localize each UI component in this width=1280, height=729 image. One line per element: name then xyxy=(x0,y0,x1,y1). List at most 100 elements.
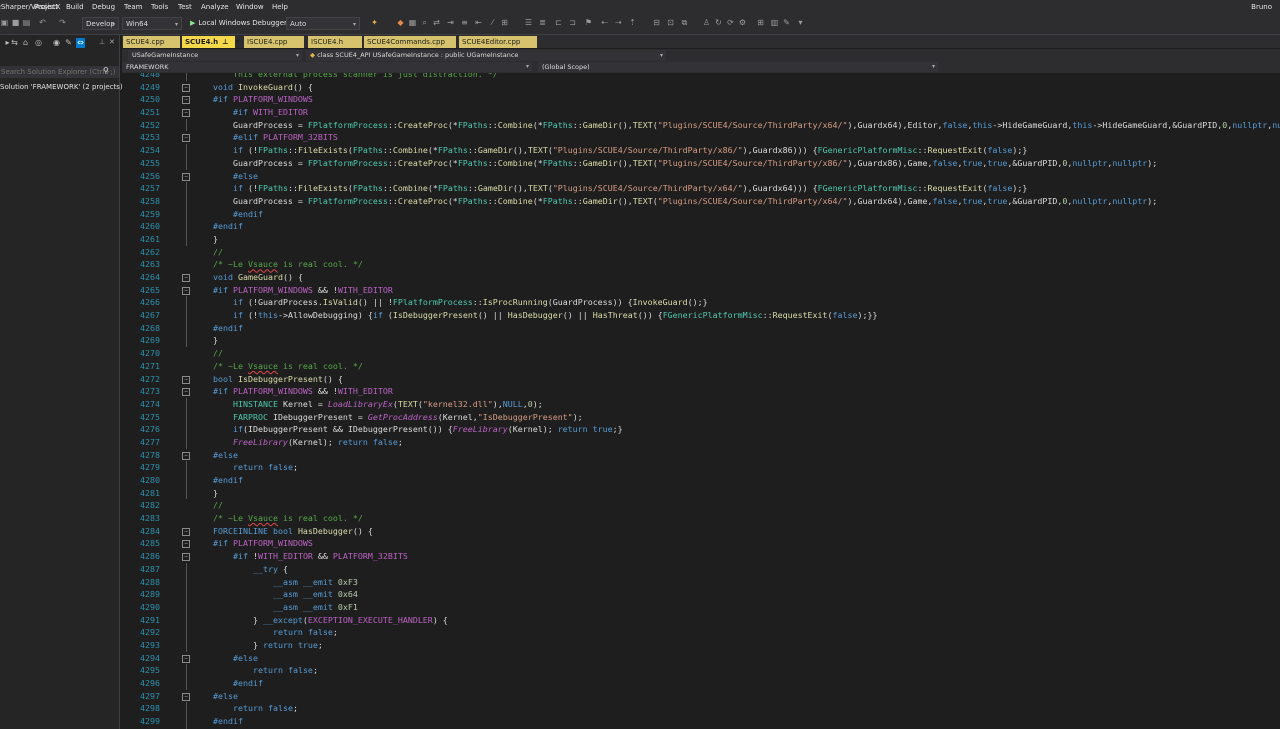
new-file-icon[interactable]: ▣ xyxy=(0,18,9,27)
home-icon[interactable]: ⌂ xyxy=(21,38,30,48)
step-icon[interactable]: ⇥ xyxy=(446,18,455,27)
code-line[interactable]: 4287 __try { xyxy=(122,562,1280,576)
class-scope-combo[interactable]: USafeGameInstance ▾ xyxy=(128,50,302,61)
search-icon[interactable]: ⚲ xyxy=(103,66,109,75)
code-line[interactable]: 4283 /* ~Le Vsauce is real cool. */ xyxy=(122,512,1280,525)
code-line[interactable]: 4291 } __except(EXCEPTION_EXECUTE_HANDLE… xyxy=(122,613,1280,627)
code-line[interactable]: 4267 if (!this->AllowDebugging) {if (IsD… xyxy=(122,309,1280,322)
format-icon[interactable]: ≡ xyxy=(460,18,469,27)
user-name[interactable]: Bruno xyxy=(1251,3,1272,11)
wrench-icon[interactable]: ✎ xyxy=(782,18,791,27)
code-line[interactable]: 4278 − #else xyxy=(122,449,1280,462)
nav-up-icon[interactable]: ⇡ xyxy=(628,18,637,27)
platform-combo[interactable]: Win64 ▾ xyxy=(122,17,182,30)
tab-scue4editor-cpp[interactable]: SCUE4Editor.cpp xyxy=(459,36,537,48)
code-line[interactable]: 4260 #endif xyxy=(122,220,1280,233)
menu-help[interactable]: Help xyxy=(272,3,288,11)
sync-icon[interactable]: ⟳ xyxy=(726,18,735,27)
search-input[interactable] xyxy=(0,66,119,78)
collapse-icon[interactable]: − xyxy=(182,540,190,549)
code-line[interactable]: 4274 HINSTANCE Kernel = LoadLibraryEx(TE… xyxy=(122,397,1280,411)
code-line[interactable]: 4277 FreeLibrary(Kernel); return false; xyxy=(122,435,1280,449)
save-icon[interactable]: ■ xyxy=(11,18,20,27)
uncomment-icon[interactable]: ⊞ xyxy=(500,18,509,27)
list-icon[interactable]: ☰ xyxy=(524,18,533,27)
code-line[interactable]: 4297 − #else xyxy=(122,690,1280,703)
menu-project[interactable]: Project xyxy=(34,3,58,11)
solution-config-combo[interactable]: Auto ▾ xyxy=(286,17,360,30)
attach-icon[interactable]: ⊡ xyxy=(666,18,675,27)
code-line[interactable]: 4266 if (!GuardProcess.IsValid() || !FPl… xyxy=(122,296,1280,310)
menu-test[interactable]: Test xyxy=(178,3,192,11)
global-scope-combo[interactable]: (Global Scope) ▾ xyxy=(538,62,938,72)
window-icon[interactable]: ⊟ xyxy=(652,18,661,27)
code-line[interactable]: 4295 return false; xyxy=(122,664,1280,677)
code-line[interactable]: 4293 } return true; xyxy=(122,638,1280,652)
menu-build[interactable]: Build xyxy=(66,3,84,11)
collapse-icon[interactable]: − xyxy=(182,388,190,397)
project-combo[interactable]: FRAMEWORK ▾ xyxy=(122,62,532,72)
tab-scue4-cpp[interactable]: SCUE4.cpp xyxy=(123,36,180,48)
collapse-icon[interactable]: − xyxy=(182,83,190,92)
code-line[interactable]: 4257 if (!FPaths::FileExists(FPaths::Com… xyxy=(122,182,1280,195)
code-line[interactable]: 4252 GuardProcess = FPlatformProcess::Cr… xyxy=(122,118,1280,132)
code-line[interactable]: 4273 − #if PLATFORM_WINDOWS && !WITH_EDITO… xyxy=(122,385,1280,398)
tab-iscue4-cpp[interactable]: ISCUE4.cpp xyxy=(244,36,304,48)
collapse-icon[interactable]: − xyxy=(182,172,190,181)
undo-icon[interactable]: ↶ xyxy=(38,18,47,27)
code-line[interactable]: 4248 This external process scanner is ju… xyxy=(122,73,1280,81)
comment-icon[interactable]: ⁄ xyxy=(488,18,497,27)
code-line[interactable]: 4265 − #if PLATFORM_WINDOWS && !WITH_EDITO… xyxy=(122,284,1280,297)
nav-back-icon[interactable]: ⇠ xyxy=(600,18,609,27)
tab-scue4-h[interactable]: SCUE4.h ⊥ ✕ xyxy=(182,36,240,48)
code-line[interactable]: 4263 /* ~Le Vsauce is real cool. */ xyxy=(122,258,1280,271)
outline-icon[interactable]: ⊐ xyxy=(568,18,577,27)
menu-team[interactable]: Team xyxy=(124,3,143,11)
find-icon[interactable]: ⌕ xyxy=(420,18,429,27)
settings-icon[interactable]: ⚙ xyxy=(738,18,747,27)
code-line[interactable]: 4296 #endif xyxy=(122,677,1280,690)
indent-icon[interactable]: ⇤ xyxy=(474,18,483,27)
code-line[interactable]: 4253 − #elif PLATFORM_32BITS xyxy=(122,131,1280,144)
code-line[interactable]: 4284 − FORCEINLINE bool HasDebugger() { xyxy=(122,525,1280,538)
code-line[interactable]: 4275 FARPROC IDebuggerPresent = GetProcA… xyxy=(122,410,1280,424)
menu-window[interactable]: Window xyxy=(236,3,264,11)
user-icon[interactable]: ♙ xyxy=(702,18,711,27)
sync-icon[interactable]: ⇆ xyxy=(10,38,19,48)
replace-icon[interactable]: ⇄ xyxy=(432,18,441,27)
collapse-icon[interactable]: − xyxy=(182,134,190,143)
collapse-icon[interactable]: − xyxy=(182,451,190,460)
menu-analyze[interactable]: Analyze xyxy=(201,3,229,11)
collapse-icon[interactable]: − xyxy=(182,375,190,384)
pin-icon[interactable]: ⊥ xyxy=(222,38,228,46)
bracket-icon[interactable]: ⊏ xyxy=(554,18,563,27)
flag-icon[interactable]: ⚑ xyxy=(584,18,593,27)
code-line[interactable]: 4272 − bool IsDebuggerPresent() { xyxy=(122,373,1280,386)
collapse-icon[interactable]: − xyxy=(182,109,190,118)
code-line[interactable]: 4299 #endif xyxy=(122,715,1280,728)
pin-icon[interactable]: ⊥ xyxy=(99,38,105,46)
collapse-icon[interactable]: − xyxy=(182,692,190,701)
collapse-icon[interactable]: − xyxy=(182,274,190,282)
menu-tools[interactable]: Tools xyxy=(151,3,168,11)
code-line[interactable]: 4281} xyxy=(122,486,1280,500)
collapse-icon[interactable]: − xyxy=(182,654,190,663)
code-line[interactable]: 4268 #endif xyxy=(122,321,1280,335)
pending-changes-icon[interactable]: ◎ xyxy=(34,38,43,48)
refresh-icon[interactable]: ↻ xyxy=(714,18,723,27)
code-line[interactable]: 4262 // xyxy=(122,246,1280,259)
code-line[interactable]: 4288 __asm __emit 0xF3 xyxy=(122,575,1280,589)
layers-icon[interactable]: ⧉ xyxy=(680,18,689,27)
tab-scue4commands-cpp[interactable]: SCUE4Commands.cpp xyxy=(364,36,456,48)
code-line[interactable]: 4256 − #else xyxy=(122,170,1280,183)
redo-icon[interactable]: ↷ xyxy=(58,18,67,27)
code-editor[interactable]: 4248 This external process scanner is ju… xyxy=(122,73,1280,729)
code-line[interactable]: 4294 − #else xyxy=(122,652,1280,665)
code-line[interactable]: 4261} xyxy=(122,232,1280,246)
code-line[interactable]: 4285 − #if PLATFORM_WINDOWS xyxy=(122,537,1280,550)
save-all-icon[interactable]: ▤ xyxy=(22,18,31,27)
properties-icon[interactable]: ✎ xyxy=(64,38,73,48)
collapse-icon[interactable]: − xyxy=(182,527,190,536)
toggle-icon[interactable]: ▦ xyxy=(408,18,417,27)
collapse-icon[interactable]: − xyxy=(182,96,190,105)
